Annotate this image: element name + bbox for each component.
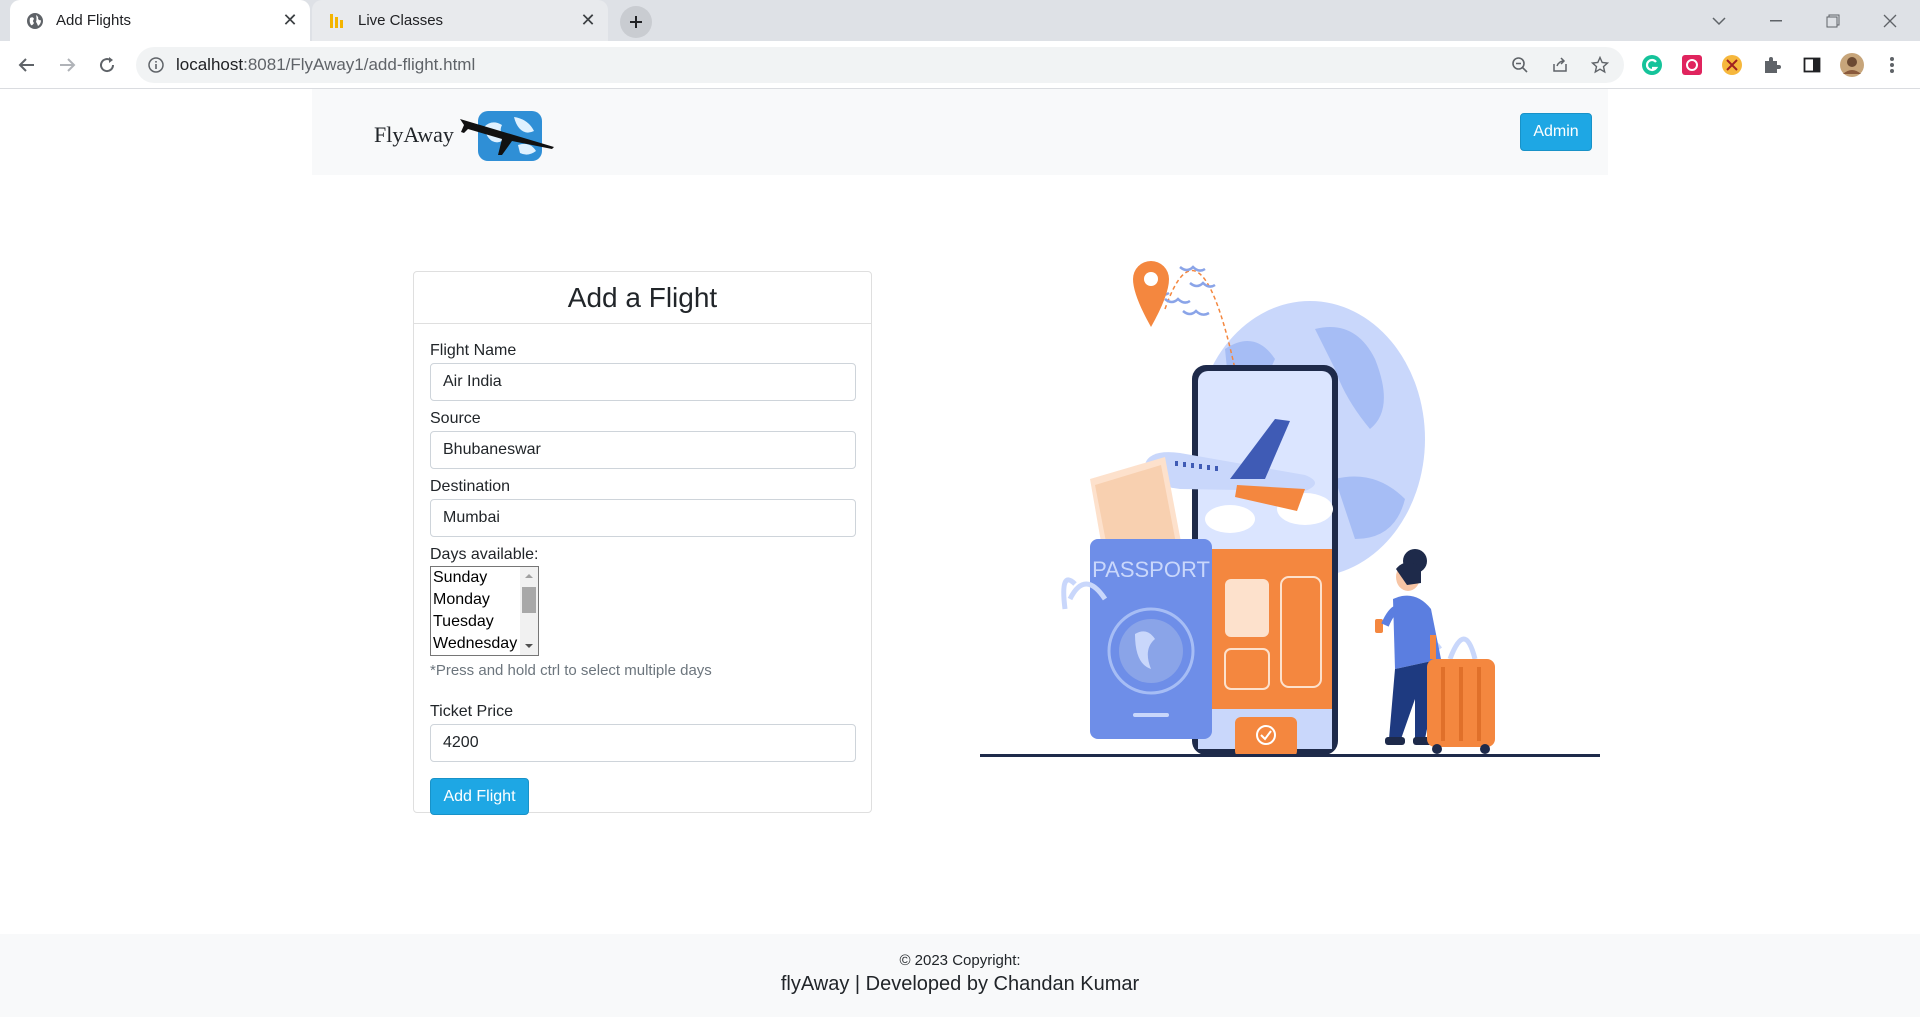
brand-logo[interactable]: FlyAway [374,107,556,163]
day-option-monday[interactable]: Monday [431,589,519,611]
bookmark-star-icon[interactable] [1586,51,1614,79]
brand-name: FlyAway [374,122,454,147]
tab-title: Live Classes [358,12,444,29]
days-label: Days available: [430,546,539,563]
tab-title: Add Flights [56,12,132,29]
tab-add-flights[interactable]: Add Flights ✕ [10,0,310,41]
airplane-globe-icon [459,111,554,161]
share-icon[interactable] [1546,51,1574,79]
copyright-text: © 2023 Copyright: [899,952,1021,969]
close-tab-icon[interactable]: ✕ [276,7,304,35]
forward-arrow-icon[interactable] [51,49,83,81]
scroll-down-icon[interactable] [520,639,538,653]
info-icon[interactable] [148,57,164,73]
tab-search-icon[interactable] [1696,0,1742,41]
grammarly-icon[interactable] [1638,51,1666,79]
pin-dot [1144,272,1158,286]
location-pin-icon [1133,261,1169,327]
scroll-thumb[interactable] [522,587,536,613]
page: FlyAway Admin Add a Flight Flight Name A… [0,89,1920,1017]
footer: © 2023 Copyright: flyAway | Developed by… [0,934,1920,1017]
source-label: Source [430,410,481,427]
day-option-tuesday[interactable]: Tuesday [431,611,519,633]
ticket-price-input[interactable]: 4200 [430,724,856,762]
developer-credit: flyAway | Developed by Chandan Kumar [780,973,1140,995]
zoom-icon[interactable] [1506,51,1534,79]
day-option-wednesday[interactable]: Wednesday [431,633,519,655]
extensions-puzzle-icon[interactable] [1758,51,1786,79]
day-option-sunday[interactable]: Sunday [431,567,519,589]
browser-menu-icon[interactable] [1878,51,1906,79]
profile-avatar-icon[interactable] [1838,51,1866,79]
source-input[interactable]: Bhubaneswar [430,431,856,469]
navbar: FlyAway Admin [312,89,1608,175]
back-arrow-icon[interactable] [11,49,43,81]
ticket-price-label: Ticket Price [430,703,513,720]
add-flight-button[interactable]: Add Flight [430,778,529,815]
travel-illustration: PASSPORT [980,261,1600,757]
browser-toolbar: localhost:8081/FlyAway1/add-flight.html [0,41,1920,89]
admin-button[interactable]: Admin [1520,113,1592,151]
reload-icon[interactable] [91,49,123,81]
tab-live-classes[interactable]: Live Classes ✕ [312,0,608,41]
side-panel-icon[interactable] [1798,51,1826,79]
new-tab-button[interactable] [620,6,652,38]
extension-yellow-icon[interactable] [1718,51,1746,79]
close-tab-icon[interactable]: ✕ [574,7,602,35]
days-hint: *Press and hold ctrl to select multiple … [430,662,712,679]
restore-icon[interactable] [1810,0,1856,41]
days-multiselect[interactable]: Sunday Monday Tuesday Wednesday [430,566,539,656]
add-flight-form: Flight Name Air India Source Bhubaneswar… [414,324,871,831]
passport-label: PASSPORT [1092,557,1210,582]
browser-tab-bar: Add Flights ✕ Live Classes ✕ [0,0,1920,41]
globe-icon [26,12,44,30]
card-title: Add a Flight [414,272,871,324]
url-text: localhost:8081/FlyAway1/add-flight.html [176,55,476,74]
add-flight-card: Add a Flight Flight Name Air India Sourc… [413,271,872,815]
ground-line [980,754,1600,757]
close-window-icon[interactable] [1867,0,1913,41]
address-bar[interactable]: localhost:8081/FlyAway1/add-flight.html [136,47,1624,83]
phone [1192,365,1338,757]
extension-red-icon[interactable] [1678,51,1706,79]
destination-label: Destination [430,478,511,495]
flight-name-label: Flight Name [430,342,517,359]
minimize-icon[interactable] [1753,0,1799,41]
flight-name-input[interactable]: Air India [430,363,856,401]
passport: PASSPORT [1090,539,1212,739]
destination-input[interactable]: Mumbai [430,499,856,537]
chart-bars-icon [328,12,346,30]
days-scrollbar[interactable] [520,567,538,655]
scroll-up-icon[interactable] [520,569,538,583]
